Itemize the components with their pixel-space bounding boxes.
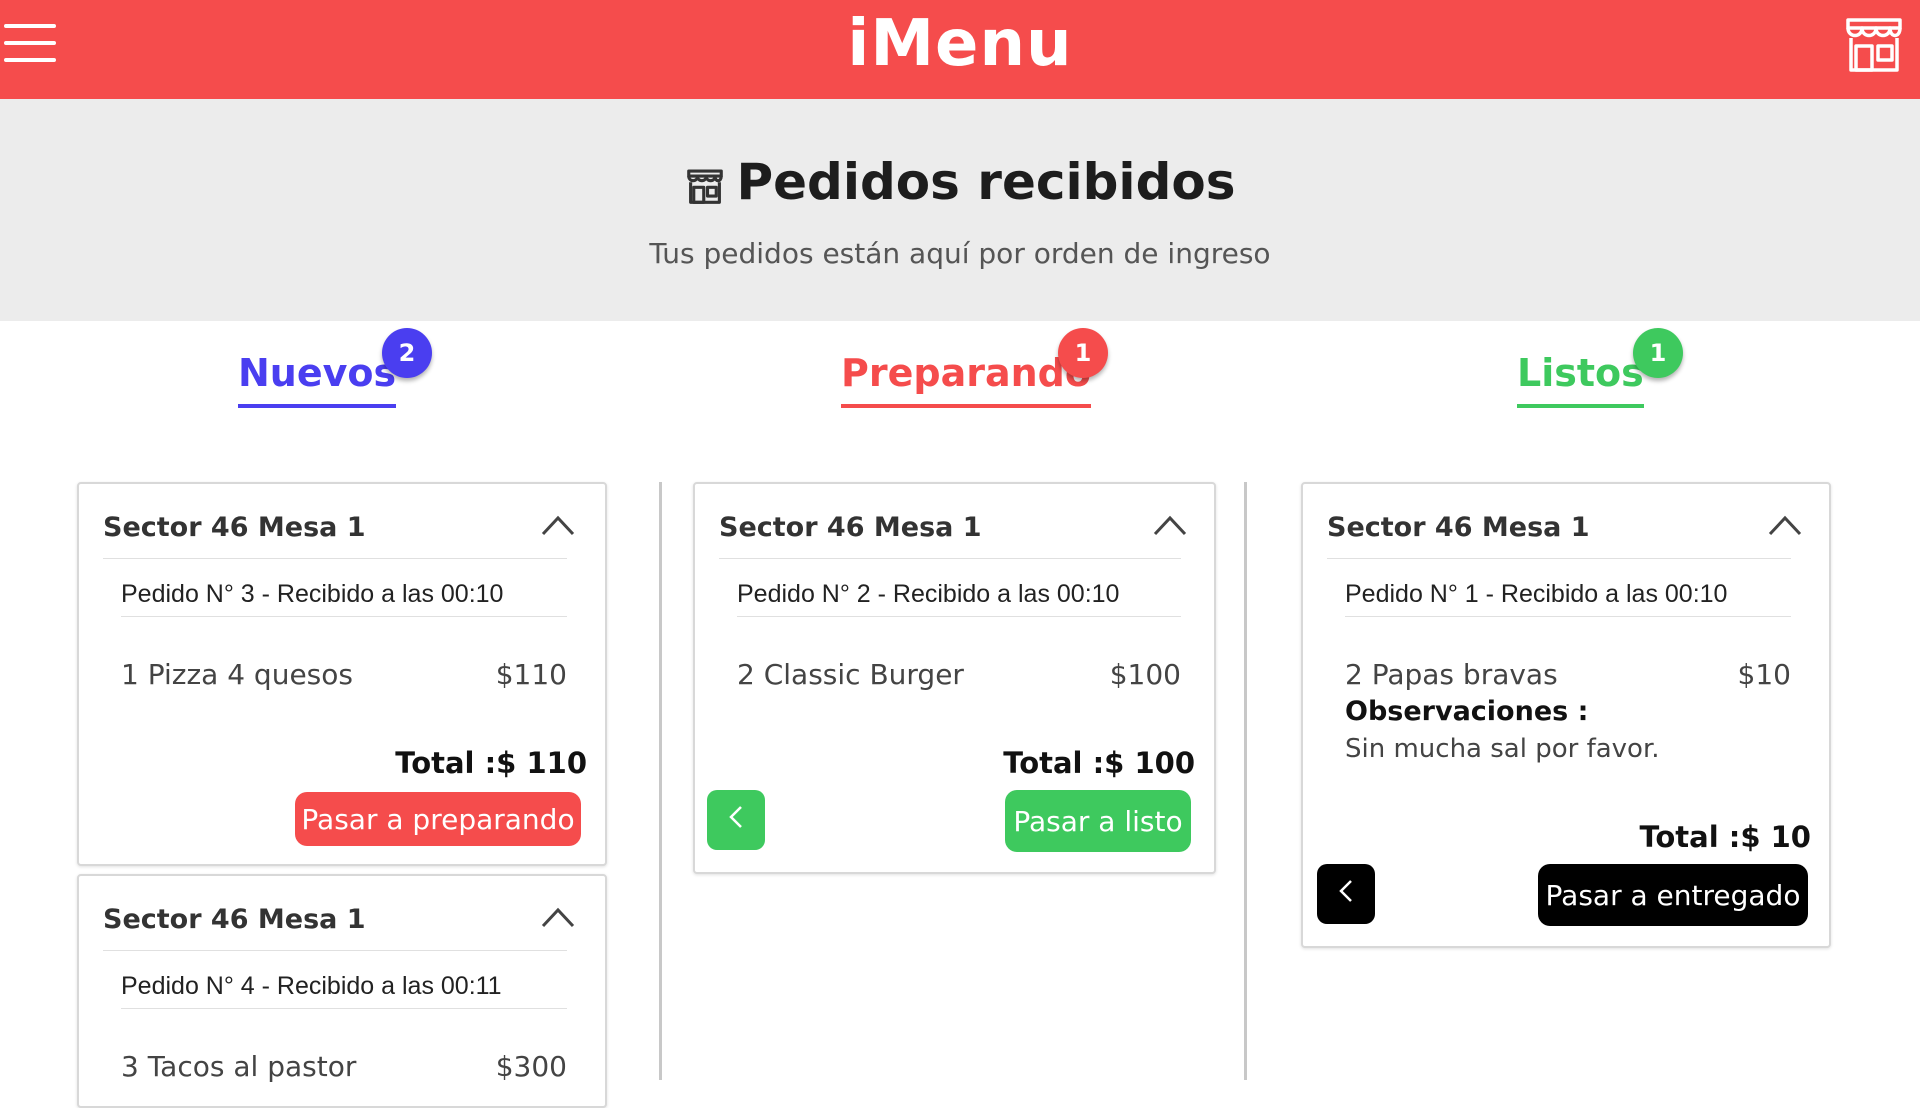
item-price: $110 [495,658,567,691]
move-to-ready-button[interactable]: Pasar a listo [1005,790,1191,852]
top-bar: iMenu [0,0,1920,99]
column-divider [659,482,662,1080]
divider [1327,558,1791,559]
card-title: Sector 46 Mesa 1 [103,512,366,543]
page-subtitle: Tus pedidos están aquí por orden de ingr… [649,237,1271,270]
order-total: Total :$ 10 [1639,820,1811,854]
order-info: Pedido N° 4 - Recibido a las 00:11 [121,972,502,1000]
count-badge: 1 [1633,328,1683,378]
divider [121,1008,567,1009]
tab-label: Nuevos [238,348,397,408]
order-item: 2 Classic Burger [737,658,964,691]
item-price: $300 [495,1050,567,1083]
order-item: 1 Pizza 4 quesos [121,658,353,691]
order-info: Pedido N° 2 - Recibido a las 00:10 [737,580,1120,608]
page-title-text: Pedidos recibidos [736,153,1236,211]
observations-text: Sin mucha sal por favor. [1345,734,1660,764]
item-price: $10 [1737,658,1791,691]
chevron-left-icon [1339,879,1352,902]
page-title: Pedidos recibidos [0,150,1920,214]
order-card: Sector 46 Mesa 1 Pedido N° 3 - Recibido … [77,482,607,866]
divider [737,616,1181,617]
back-button[interactable] [1317,864,1375,924]
order-total: Total :$ 110 [395,746,587,780]
observations-label: Observaciones : [1345,696,1589,727]
move-to-preparing-button[interactable]: Pasar a preparando [295,792,581,846]
divider [103,558,567,559]
order-total: Total :$ 100 [1003,746,1195,780]
tab-listos[interactable]: Listos 1 [1517,328,1683,408]
divider [103,950,567,951]
store-icon [686,169,723,204]
card-title: Sector 46 Mesa 1 [1327,512,1590,543]
chevron-up-icon[interactable] [541,906,575,932]
chevron-up-icon[interactable] [1153,514,1187,540]
count-badge: 1 [1058,328,1108,378]
tab-label: Preparando [841,348,1091,408]
chevron-left-icon [729,805,742,828]
item-price: $100 [1109,658,1181,691]
divider [719,558,1181,559]
column-divider [1244,482,1247,1080]
order-card: Sector 46 Mesa 1 Pedido N° 1 - Recibido … [1301,482,1831,948]
order-info: Pedido N° 3 - Recibido a las 00:10 [121,580,504,608]
brand-logo: iMenu [847,7,1073,81]
order-info: Pedido N° 1 - Recibido a las 00:10 [1345,580,1728,608]
store-icon[interactable] [1842,14,1906,74]
divider [1345,616,1791,617]
order-item: 3 Tacos al pastor [121,1050,357,1083]
move-to-delivered-button[interactable]: Pasar a entregado [1538,864,1808,926]
count-badge: 2 [382,328,432,378]
card-title: Sector 46 Mesa 1 [103,904,366,935]
back-button[interactable] [707,790,765,850]
divider [121,616,567,617]
tab-preparando[interactable]: Preparando 1 [841,328,1108,408]
order-item: 2 Papas bravas [1345,658,1558,691]
order-card: Sector 46 Mesa 1 Pedido N° 2 - Recibido … [693,482,1216,874]
order-card: Sector 46 Mesa 1 Pedido N° 4 - Recibido … [77,874,607,1108]
tab-label: Listos [1517,348,1644,408]
chevron-up-icon[interactable] [541,514,575,540]
card-title: Sector 46 Mesa 1 [719,512,982,543]
tab-nuevos[interactable]: Nuevos 2 [238,328,432,408]
chevron-up-icon[interactable] [1768,514,1802,540]
